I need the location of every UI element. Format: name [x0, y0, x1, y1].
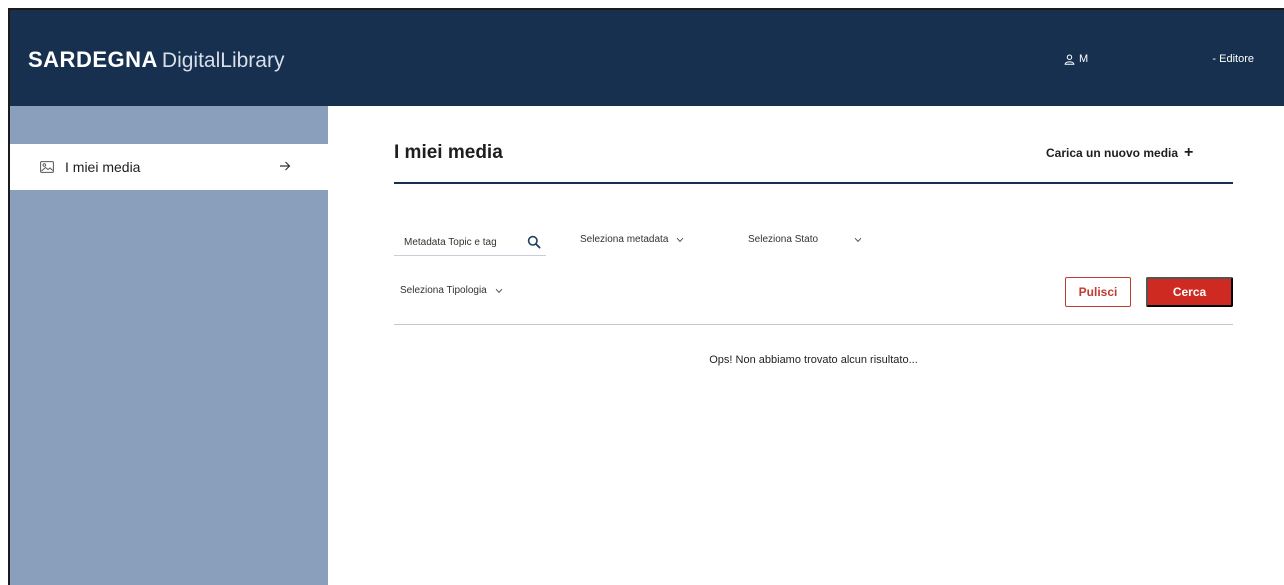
- image-icon: [40, 161, 54, 173]
- results-divider: [394, 324, 1233, 325]
- type-select[interactable]: Seleziona Tipologia: [400, 285, 503, 296]
- arrow-right-icon: [280, 161, 291, 171]
- sidebar-item-label: I miei media: [65, 159, 141, 175]
- plus-icon: +: [1184, 144, 1194, 161]
- search-icon[interactable]: [527, 235, 541, 249]
- search-input[interactable]: [394, 237, 514, 248]
- user-role[interactable]: - Editore: [1212, 53, 1254, 65]
- user-icon: [1064, 54, 1075, 65]
- status-select-label: Seleziona Stato: [748, 234, 819, 245]
- upload-media-label: Carica un nuovo media: [1046, 146, 1179, 160]
- user-menu[interactable]: M: [1064, 53, 1088, 65]
- top-header: SARDEGNA DigitalLibrary M - Editore: [10, 10, 1284, 106]
- type-select-label: Seleziona Tipologia: [400, 285, 487, 296]
- search-field: [394, 230, 546, 256]
- metadata-select-label: Seleziona metadata: [580, 234, 669, 245]
- metadata-select[interactable]: Seleziona metadata: [580, 234, 684, 245]
- empty-results-message: Ops! Non abbiamo trovato alcun risultato…: [709, 354, 918, 366]
- brand-subtitle: DigitalLibrary: [161, 49, 285, 72]
- chevron-down-icon: [677, 237, 684, 242]
- sidebar: I miei media: [10, 106, 328, 585]
- page-title: I miei media: [394, 142, 503, 163]
- sidebar-item-my-media[interactable]: I miei media: [10, 144, 328, 190]
- title-divider: [394, 182, 1233, 184]
- main-content: I miei media Carica un nuovo media + Sel…: [328, 106, 1284, 585]
- clear-button[interactable]: Pulisci: [1065, 277, 1131, 307]
- search-button[interactable]: Cerca: [1146, 277, 1233, 307]
- upload-media-button[interactable]: Carica un nuovo media +: [1046, 144, 1194, 161]
- brand-name: SARDEGNA: [28, 47, 158, 72]
- status-select[interactable]: Seleziona Stato: [748, 234, 862, 245]
- user-initial: M: [1079, 53, 1089, 65]
- brand-logo[interactable]: SARDEGNA DigitalLibrary: [28, 47, 284, 73]
- chevron-down-icon: [854, 237, 862, 242]
- app-window: SARDEGNA DigitalLibrary M - Editore I mie…: [8, 8, 1284, 585]
- chevron-down-icon: [495, 288, 503, 293]
